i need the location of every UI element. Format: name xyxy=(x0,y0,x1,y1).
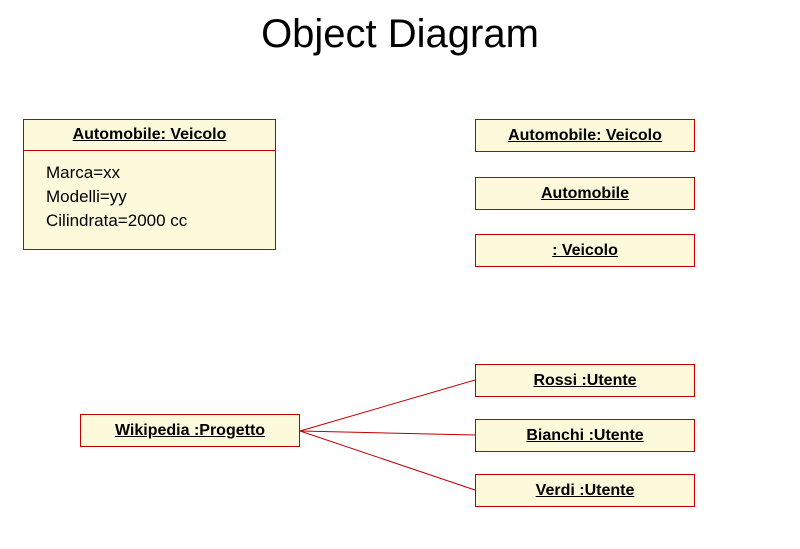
diagram-title: Object Diagram xyxy=(0,12,800,57)
connector-lines xyxy=(0,0,800,549)
object-bianchi-utente: Bianchi :Utente xyxy=(475,419,695,452)
object-automobile-veicolo: Automobile: Veicolo xyxy=(475,119,695,152)
object-attributes: Marca=xx Modelli=yy Cilindrata=2000 cc xyxy=(24,151,275,249)
object-wikipedia-progetto: Wikipedia :Progetto xyxy=(80,414,300,447)
attr-row: Modelli=yy xyxy=(46,187,269,207)
attr-row: Marca=xx xyxy=(46,163,269,183)
object-rossi-utente: Rossi :Utente xyxy=(475,364,695,397)
object-automobile-detail: Automobile: Veicolo Marca=xx Modelli=yy … xyxy=(23,119,276,250)
attr-row: Cilindrata=2000 cc xyxy=(46,211,269,231)
object-veicolo: : Veicolo xyxy=(475,234,695,267)
object-header: Automobile: Veicolo xyxy=(24,120,275,150)
object-verdi-utente: Verdi :Utente xyxy=(475,474,695,507)
object-automobile: Automobile xyxy=(475,177,695,210)
